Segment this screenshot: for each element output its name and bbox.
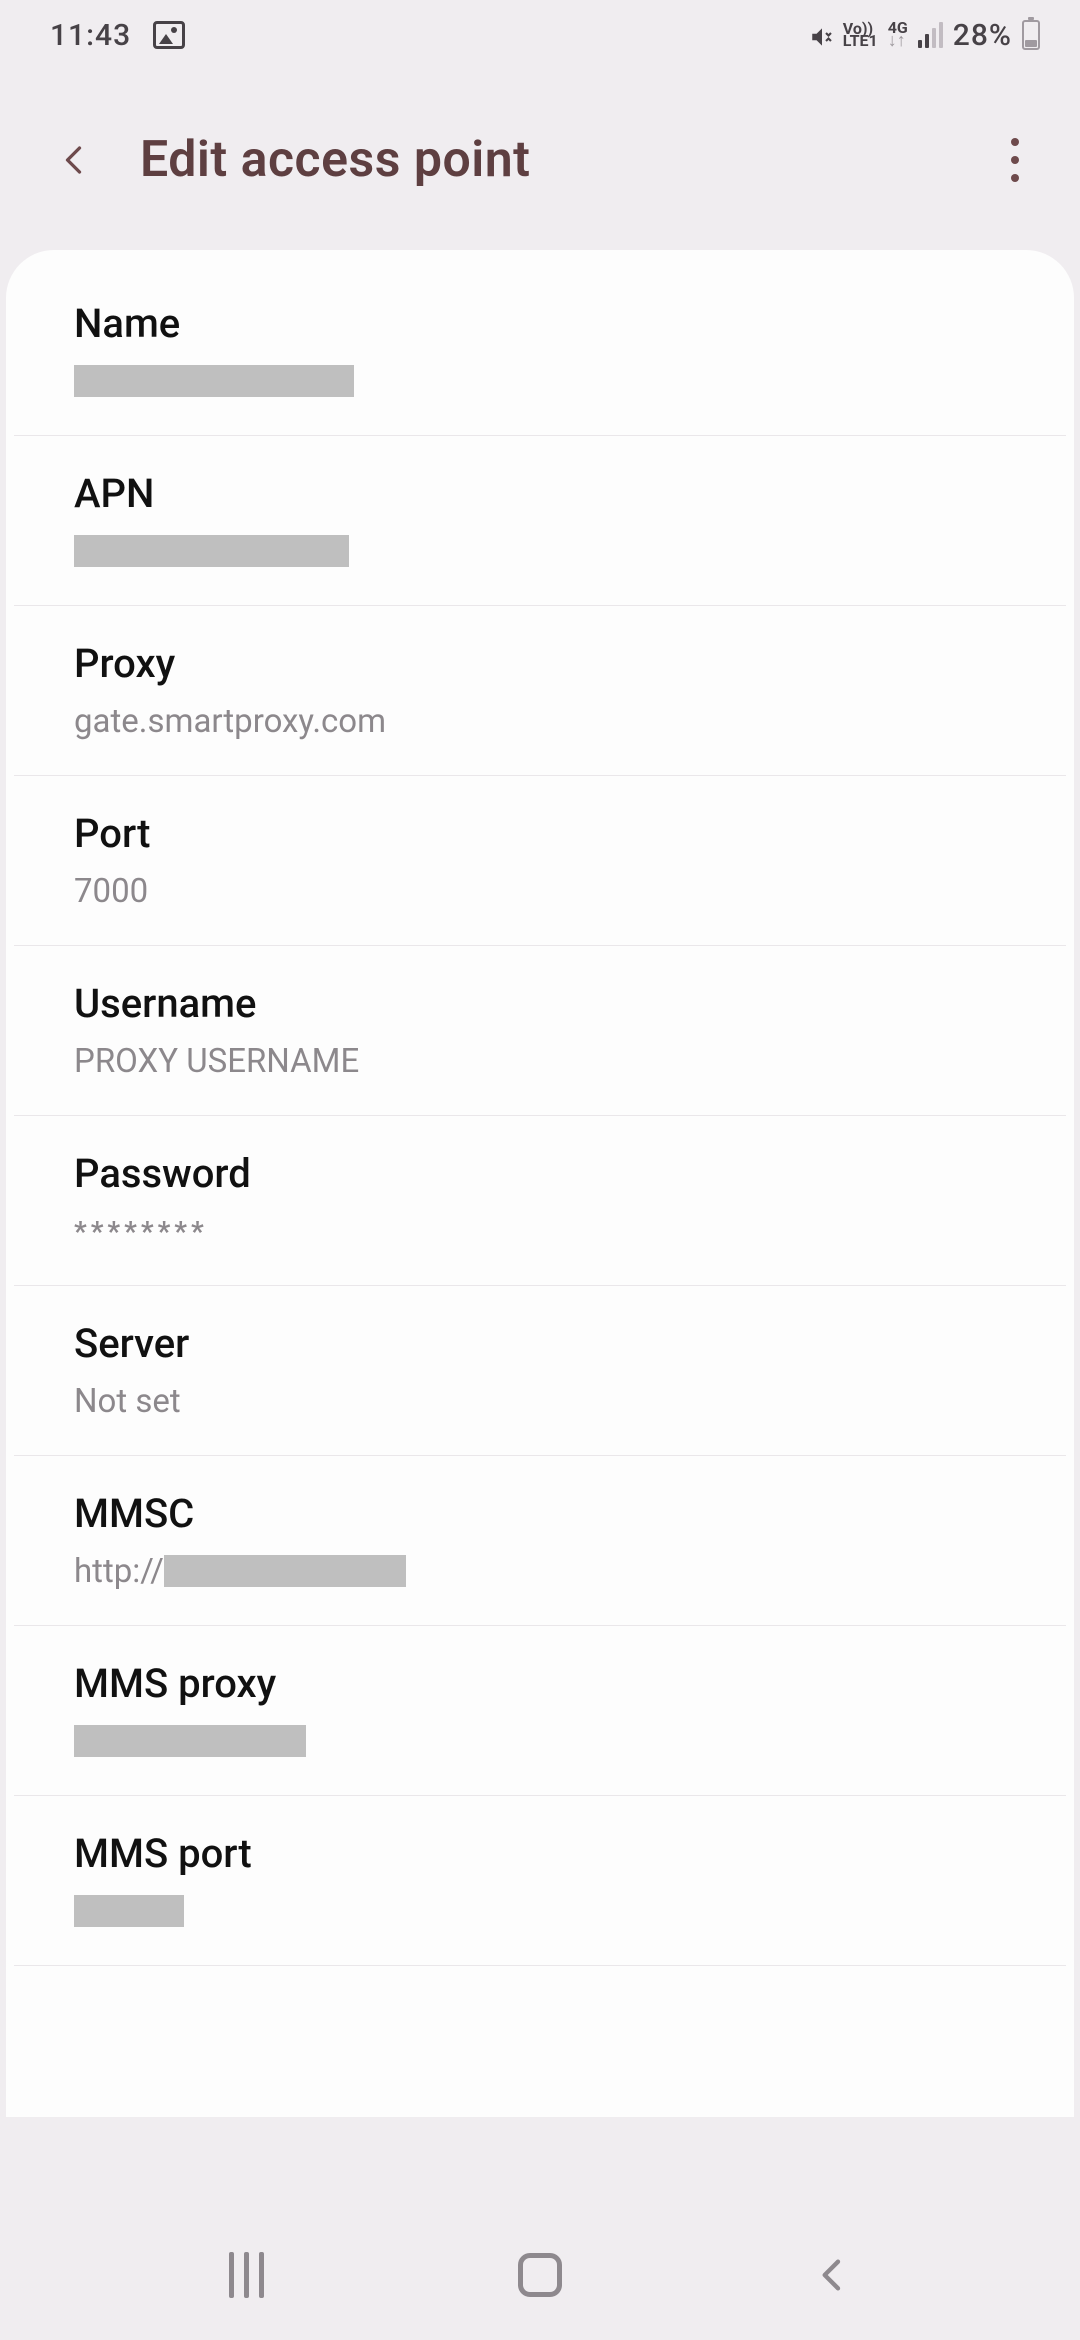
- setting-row-proxy[interactable]: Proxy gate.smartproxy.com: [14, 606, 1066, 776]
- setting-row-server[interactable]: Server Not set: [14, 1286, 1066, 1456]
- status-right: Vo))LTE1 4G↓↑ 28%: [809, 18, 1040, 53]
- status-left: 11:43: [50, 18, 185, 53]
- setting-label: Proxy: [74, 640, 1006, 687]
- volte-icon: Vo))LTE1: [843, 23, 878, 47]
- setting-value: [74, 531, 1006, 571]
- redacted-block: [164, 1555, 406, 1587]
- setting-row-name[interactable]: Name: [14, 280, 1066, 436]
- setting-label: MMSC: [74, 1490, 1006, 1537]
- mmsc-prefix: http://: [74, 1552, 164, 1591]
- more-options-button[interactable]: [980, 125, 1050, 195]
- vibrate-mute-icon: [809, 23, 833, 47]
- setting-value: [74, 361, 1006, 401]
- setting-value: Not set: [74, 1381, 1006, 1421]
- setting-label: Server: [74, 1320, 1006, 1367]
- setting-row-mms-proxy[interactable]: MMS proxy: [14, 1626, 1066, 1796]
- app-bar: Edit access point: [0, 70, 1080, 250]
- home-icon: [518, 2253, 562, 2297]
- recents-button[interactable]: [217, 2245, 277, 2305]
- status-bar: 11:43 Vo))LTE1 4G↓↑ 28%: [0, 0, 1080, 70]
- setting-label: Username: [74, 980, 1006, 1027]
- system-nav-bar: [0, 2210, 1080, 2340]
- redacted-block: [74, 365, 354, 397]
- redacted-block: [74, 1725, 306, 1757]
- settings-card: Name APN Proxy gate.smartproxy.com Port 7000 U…: [6, 250, 1074, 2117]
- network-4g-icon: 4G↓↑: [888, 22, 908, 48]
- setting-value: PROXY USERNAME: [74, 1041, 1006, 1081]
- system-back-button[interactable]: [803, 2245, 863, 2305]
- setting-label: APN: [74, 470, 1006, 517]
- image-notification-icon: [153, 21, 185, 49]
- setting-label: MMS proxy: [74, 1660, 1006, 1707]
- chevron-left-icon: [813, 2255, 853, 2295]
- setting-label: Port: [74, 810, 1006, 857]
- more-vertical-icon: [1011, 133, 1019, 187]
- redacted-block: [74, 1895, 184, 1927]
- setting-value: [74, 1891, 1006, 1931]
- setting-value: 7000: [74, 871, 1006, 911]
- setting-row-username[interactable]: Username PROXY USERNAME: [14, 946, 1066, 1116]
- setting-label: Name: [74, 300, 1006, 347]
- setting-row-port[interactable]: Port 7000: [14, 776, 1066, 946]
- status-time: 11:43: [50, 18, 131, 53]
- page-title: Edit access point: [140, 131, 950, 189]
- setting-row-mms-port[interactable]: MMS port: [14, 1796, 1066, 1966]
- redacted-block: [74, 535, 349, 567]
- signal-strength-icon: [918, 22, 943, 48]
- setting-label: Password: [74, 1150, 1006, 1197]
- battery-percentage: 28%: [953, 18, 1012, 53]
- recents-icon: [229, 2252, 264, 2298]
- setting-value: gate.smartproxy.com: [74, 701, 1006, 741]
- setting-value: ********: [74, 1211, 1006, 1251]
- setting-label: MMS port: [74, 1830, 1006, 1877]
- setting-value: http://: [74, 1551, 1006, 1591]
- setting-row-password[interactable]: Password ********: [14, 1116, 1066, 1286]
- setting-value: [74, 1721, 1006, 1761]
- setting-row-apn[interactable]: APN: [14, 436, 1066, 606]
- back-button[interactable]: [40, 125, 110, 195]
- chevron-left-icon: [57, 142, 93, 178]
- battery-icon: [1022, 20, 1040, 50]
- setting-row-mmsc[interactable]: MMSC http://: [14, 1456, 1066, 1626]
- home-button[interactable]: [510, 2245, 570, 2305]
